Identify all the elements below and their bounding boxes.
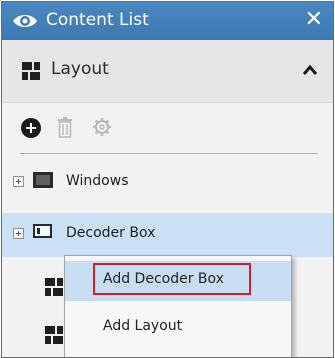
toolbar-divider: [20, 153, 318, 154]
expand-icon[interactable]: [13, 176, 24, 187]
add-circle-icon[interactable]: [21, 118, 41, 138]
menu-item-label: Add Layout: [103, 318, 183, 334]
grid-icon: [45, 278, 63, 296]
layout-section-label: Layout: [51, 59, 109, 79]
panel-title: Content List: [46, 10, 149, 30]
close-icon[interactable]: ✕: [305, 6, 323, 34]
menu-item-add-decoder-box[interactable]: Add Decoder Box: [65, 261, 291, 301]
grid-icon: [45, 326, 63, 344]
expand-icon[interactable]: [13, 228, 24, 239]
gear-icon[interactable]: [92, 117, 112, 137]
context-menu: Add Decoder Box Add Layout: [64, 255, 292, 357]
content-list-panel: Content List ✕ Layout Windows Decoder Bo…: [1, 1, 334, 358]
tree-item-label: Windows: [66, 173, 129, 189]
layout-section-header[interactable]: Layout: [2, 40, 333, 103]
windows-icon: [33, 172, 53, 188]
tree-item-decoder-box[interactable]: Decoder Box: [2, 213, 333, 257]
menu-item-add-layout[interactable]: Add Layout: [65, 308, 291, 348]
trash-icon[interactable]: [57, 116, 73, 138]
annotation-highlight-box: [93, 263, 251, 295]
grid-icon: [22, 62, 40, 80]
eye-icon: [13, 15, 37, 27]
decoder-box-icon: [33, 224, 52, 238]
chevron-up-icon[interactable]: [302, 64, 318, 76]
toolbar: [2, 102, 333, 152]
tree-item-label: Decoder Box: [66, 225, 156, 241]
tree-item-windows[interactable]: Windows: [2, 161, 333, 205]
panel-title-bar: Content List ✕: [2, 2, 333, 40]
